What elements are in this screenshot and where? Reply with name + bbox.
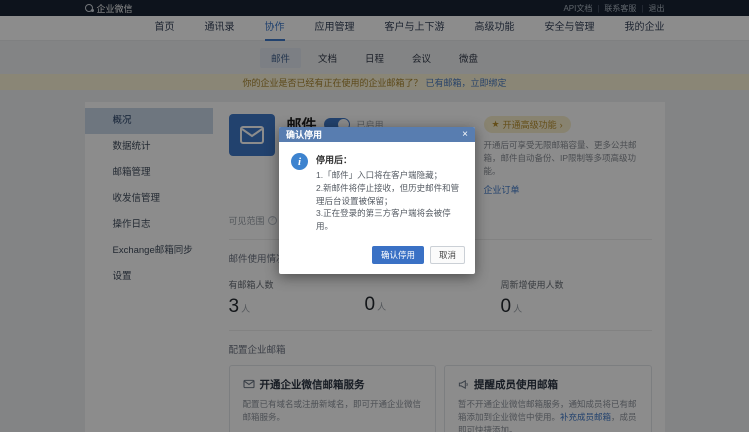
- info-icon: i: [291, 153, 308, 170]
- confirm-disable-modal: 确认停用 × i 停用后： 1.「邮件」入口将在客户端隐藏； 2.新邮件将停止接…: [279, 127, 475, 274]
- modal-line-3: 3.正在登录的第三方客户端将会被停用。: [316, 207, 463, 233]
- modal-header: 确认停用 ×: [279, 127, 475, 142]
- wework-admin-screen: 企业微信 API文档 | 联系客服 | 退出 首页 通讯录 协作 应用管理 客户…: [0, 0, 749, 432]
- cancel-button[interactable]: 取消: [430, 246, 465, 264]
- modal-line-2: 2.新邮件将停止接收，但历史邮件和管理后台设置被保留；: [316, 182, 463, 208]
- modal-title: 确认停用: [286, 128, 322, 141]
- modal-line-1: 1.「邮件」入口将在客户端隐藏；: [316, 169, 463, 182]
- close-icon[interactable]: ×: [462, 130, 468, 140]
- confirm-disable-button[interactable]: 确认停用: [372, 246, 424, 264]
- modal-lead: 停用后：: [316, 153, 463, 166]
